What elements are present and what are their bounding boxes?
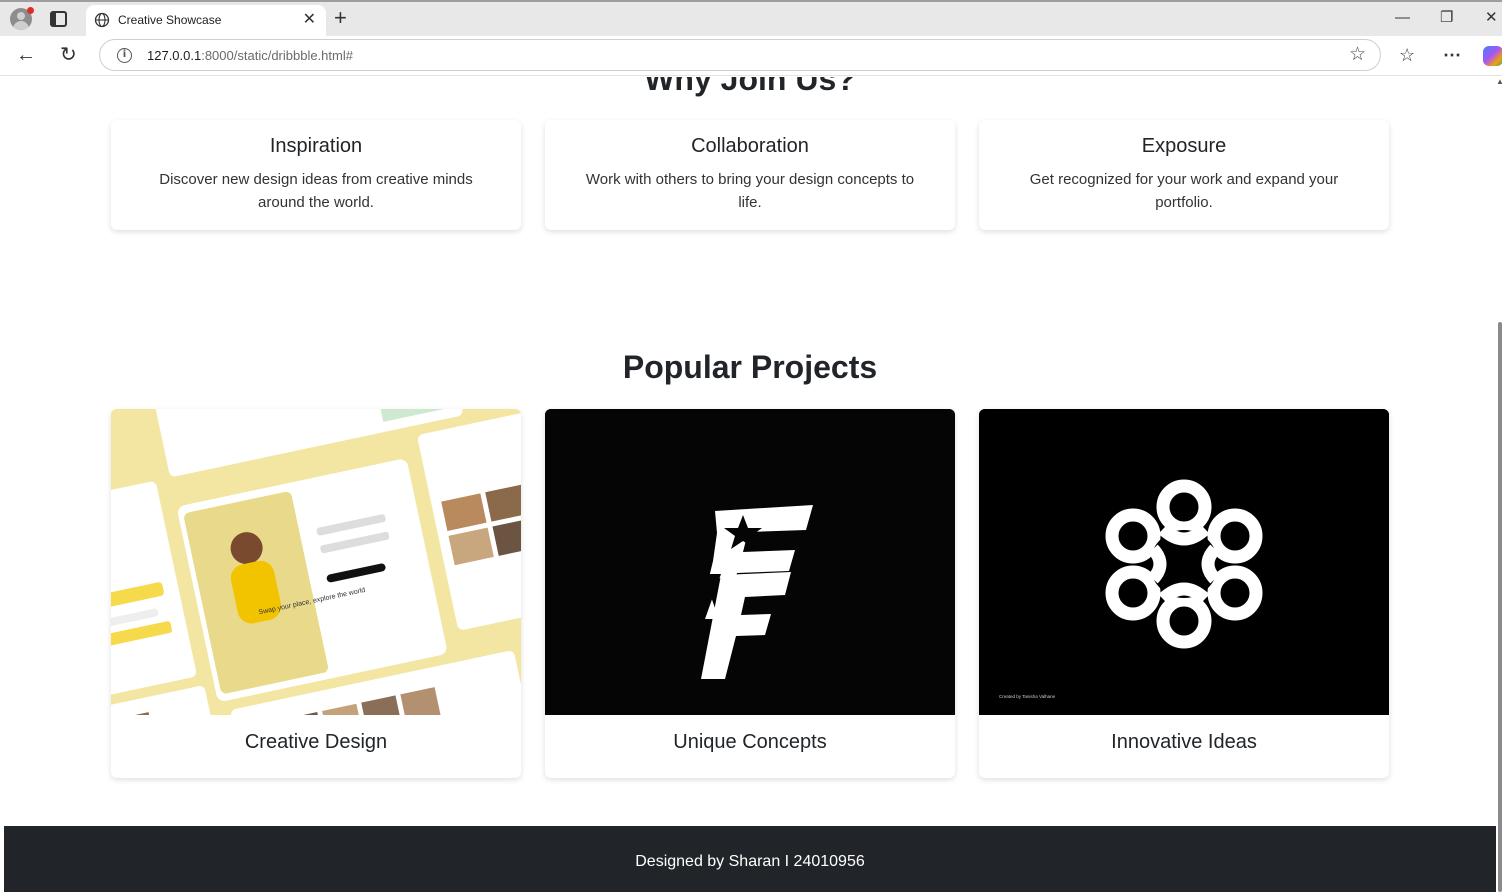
- globe-icon: [94, 12, 110, 28]
- feature-card-exposure: Exposure Get recognized for your work an…: [979, 120, 1389, 230]
- browser-tab-strip: Creative Showcase ✕ + — ❐ ✕: [0, 0, 1502, 38]
- feature-text: Discover new design ideas from creative …: [159, 171, 473, 211]
- feature-text: Work with others to bring your design co…: [585, 171, 915, 211]
- tab-title: Creative Showcase: [118, 13, 222, 27]
- feature-title: Inspiration: [269, 135, 363, 157]
- travel-app-mockup-image: Swap your place, explore the world: [111, 409, 521, 715]
- project-image-ff-logo: [545, 409, 955, 715]
- browser-tab[interactable]: Creative Showcase ✕: [86, 5, 326, 38]
- knot-flower-logo-icon: Created by Tanisha Valhane: [979, 409, 1389, 715]
- scrollbar-thumb[interactable]: [1498, 322, 1502, 892]
- url-host: 127.0.0.1: [147, 48, 202, 63]
- close-icon[interactable]: ✕: [303, 11, 316, 29]
- url-text: 127.0.0.1:8000/static/dribbble.html#: [147, 48, 353, 63]
- project-card-creative-design[interactable]: Swap your place, explore the world Creat…: [111, 409, 521, 778]
- new-tab-icon[interactable]: +: [334, 6, 347, 30]
- feature-card-collaboration: Collaboration Work with others to bring …: [545, 120, 955, 230]
- project-label: Creative Design: [244, 731, 388, 753]
- scroll-up-icon[interactable]: ▲: [1496, 77, 1502, 89]
- more-icon[interactable]: ⋯: [1443, 44, 1461, 66]
- copilot-icon[interactable]: [1483, 46, 1502, 66]
- window-close-icon[interactable]: ✕: [1485, 8, 1498, 28]
- popular-projects-title: Popular Projects: [622, 349, 878, 385]
- minimize-icon[interactable]: —: [1395, 8, 1410, 28]
- project-image-knot-logo: Created by Tanisha Valhane: [979, 409, 1389, 715]
- project-card-innovative-ideas[interactable]: Created by Tanisha Valhane Innovative Id…: [979, 409, 1389, 778]
- feature-text: Get recognized for your work and expand …: [1029, 171, 1339, 211]
- star-icon[interactable]: ☆: [1349, 44, 1366, 66]
- feature-card-inspiration: Inspiration Discover new design ideas fr…: [111, 120, 521, 230]
- footer-credit: Designed by Sharan I 24010956: [635, 853, 865, 870]
- reload-icon[interactable]: ↻: [60, 43, 77, 67]
- favorites-icon[interactable]: ☆: [1399, 44, 1415, 66]
- url-path: :8000/static/dribbble.html#: [201, 48, 353, 63]
- why-join-title: Why Join Us?: [644, 77, 856, 97]
- restore-icon[interactable]: ❐: [1440, 8, 1453, 28]
- project-image-travel-app: Swap your place, explore the world: [111, 409, 521, 715]
- address-bar-row: ← ↻ i 127.0.0.1:8000/static/dribbble.htm…: [0, 36, 1502, 76]
- info-icon[interactable]: i: [117, 48, 132, 63]
- page-viewport: Why Join Us? Inspiration Discover new de…: [4, 77, 1496, 892]
- ff-star-logo-icon: [545, 409, 955, 715]
- project-card-unique-concepts[interactable]: Unique Concepts: [545, 409, 955, 778]
- project-label: Innovative Ideas: [1111, 731, 1257, 753]
- feature-title: Collaboration: [691, 135, 809, 157]
- project-label: Unique Concepts: [673, 731, 827, 753]
- url-input[interactable]: i 127.0.0.1:8000/static/dribbble.html# ☆: [99, 39, 1381, 71]
- image-credit: Created by Tanisha Valhane: [999, 694, 1056, 699]
- feature-title: Exposure: [1141, 135, 1227, 157]
- site-footer: Designed by Sharan I 24010956: [4, 826, 1496, 892]
- back-icon[interactable]: ←: [16, 43, 36, 67]
- tabs-icon[interactable]: [50, 11, 67, 27]
- notification-dot: [27, 7, 34, 14]
